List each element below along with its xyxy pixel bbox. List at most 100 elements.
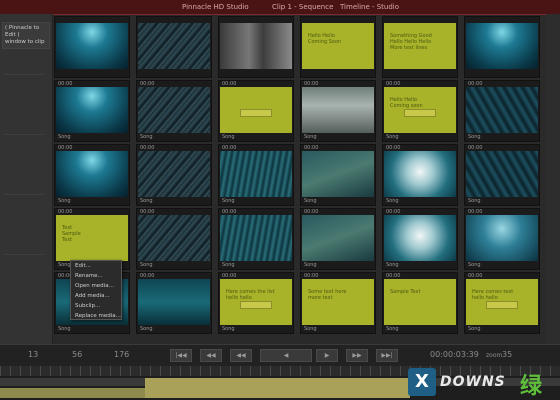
media-tile[interactable]: 00:00 Song (382, 144, 458, 206)
title-left: Pinnacle HD Studio (182, 3, 249, 11)
tile-thumbnail (220, 215, 292, 261)
tile-label: Song (386, 198, 399, 204)
media-tile[interactable]: 00:00 Hello Hello Coming soon Song (382, 80, 458, 142)
media-tile[interactable]: 00:00 Song (464, 144, 540, 206)
tile-title-bar (404, 109, 436, 117)
media-tile[interactable] (54, 16, 130, 78)
play-button[interactable]: ▶ (316, 349, 338, 362)
tile-thumbnail: Some text here more text (302, 279, 374, 325)
tile-label: Song (304, 326, 317, 332)
tile-thumbnail (302, 151, 374, 197)
tile-thumbnail (138, 151, 210, 197)
title-center: Clip 1 - Sequence (272, 3, 334, 11)
tile-label: Song (304, 134, 317, 140)
transport-bar: 13 56 176 |◀◀ ◀◀ ◀◀ ◀ ▶ ▶▶ ▶▶| 00:00:03:… (0, 344, 560, 367)
media-tile[interactable]: 00:00 Some text here more text Song (300, 272, 376, 334)
media-tile[interactable]: Hello Hello Coming Soon (300, 16, 376, 78)
media-tile[interactable]: 00:00 Here comes text hello hello Song (464, 272, 540, 334)
media-tile[interactable]: 00:00 Song (218, 208, 294, 270)
tile-title-bar (240, 301, 272, 309)
media-tile[interactable]: 00:00 Song (136, 272, 212, 334)
context-menu-item[interactable]: Replace media... (71, 311, 121, 321)
media-tile[interactable]: 00:00 Song (382, 208, 458, 270)
tile-thumbnail (384, 215, 456, 261)
media-tile[interactable]: 00:00 Song (218, 80, 294, 142)
tile-thumbnail (466, 215, 538, 261)
media-tile[interactable] (136, 16, 212, 78)
rewind-fast-button[interactable]: ◀◀ (200, 349, 222, 362)
tile-thumbnail (138, 215, 210, 261)
tile-label: Song (222, 326, 235, 332)
context-menu-item[interactable]: Subclip... (71, 301, 121, 311)
media-tile[interactable]: Something Good Hello Hello Hello More te… (382, 16, 458, 78)
tile-label: Song (58, 326, 71, 332)
forward-button[interactable]: ▶▶ (346, 349, 368, 362)
tile-text: Here comes text hello hello (472, 289, 514, 301)
media-tile[interactable]: 00:00 Song (218, 144, 294, 206)
zoom-label: zoom (486, 352, 503, 359)
tile-label: Song (468, 262, 481, 268)
tile-thumbnail: Something Good Hello Hello Hello More te… (384, 23, 456, 69)
tile-label: Song (140, 326, 153, 332)
media-tile[interactable]: 00:00 Song (464, 208, 540, 270)
sidebar-divider (4, 194, 44, 195)
media-tile[interactable]: 00:00 Song (54, 80, 130, 142)
tile-text: Text Sample Text (62, 225, 81, 243)
tile-label: Song (58, 262, 71, 268)
tile-text: Hello Hello Coming soon (390, 97, 423, 109)
watermark-word: DOWNS (440, 374, 506, 390)
timecode-display: 00:00:03:39 (430, 350, 479, 359)
tile-text: Sample Text (390, 289, 421, 295)
rewind-button[interactable]: ◀◀ (230, 349, 252, 362)
go-start-button[interactable]: |◀◀ (170, 349, 192, 362)
context-menu-item[interactable]: Rename... (71, 271, 121, 281)
tile-label: Song (140, 262, 153, 268)
timeline-clip[interactable] (145, 378, 410, 398)
context-menu-item[interactable]: Edit... (71, 261, 121, 271)
media-tile[interactable]: 00:00 Song (136, 144, 212, 206)
media-tile[interactable]: 00:00 Song (54, 144, 130, 206)
media-tile[interactable] (464, 16, 540, 78)
timeline-clip[interactable] (0, 388, 145, 398)
tile-label: Song (468, 326, 481, 332)
tile-label: Song (222, 134, 235, 140)
tile-label: Song (386, 262, 399, 268)
tile-thumbnail (302, 87, 374, 133)
timeline[interactable]: X DOWNS 绿 (0, 366, 560, 400)
title-bar: Pinnacle HD Studio Clip 1 - Sequence Tim… (0, 0, 560, 15)
tile-label: Song (386, 134, 399, 140)
tile-thumbnail (220, 23, 292, 69)
tile-thumbnail: Text Sample Text (56, 215, 128, 261)
media-tile[interactable]: 00:00 Song (300, 80, 376, 142)
step-back-button[interactable]: ◀ (260, 349, 312, 362)
media-tile[interactable]: 00:00 Here comes the list hello hello Song (218, 272, 294, 334)
media-tile[interactable]: 00:00 Song (136, 208, 212, 270)
media-tile[interactable]: 00:00 Song (136, 80, 212, 142)
tile-thumbnail (56, 87, 128, 133)
tile-thumbnail (466, 23, 538, 69)
counter-b: 56 (72, 350, 83, 359)
tile-thumbnail (220, 151, 292, 197)
tile-thumbnail: Sample Text (384, 279, 456, 325)
context-menu-item[interactable]: Open media... (71, 281, 121, 291)
zoom-value: 35 (502, 350, 513, 359)
watermark-logo: X DOWNS 绿 (408, 368, 558, 399)
go-end-button[interactable]: ▶▶| (376, 349, 398, 362)
context-menu-item[interactable]: Add media... (71, 291, 121, 301)
right-scroll-strip[interactable] (546, 14, 560, 344)
media-tile[interactable]: 00:00 Song (464, 80, 540, 142)
tile-thumbnail (138, 279, 210, 325)
tile-thumbnail: Here comes text hello hello (466, 279, 538, 325)
tile-label: Song (386, 326, 399, 332)
media-tile[interactable] (218, 16, 294, 78)
tile-text: Hello Hello Coming Soon (308, 33, 342, 45)
media-tile[interactable]: 00:00 Song (300, 144, 376, 206)
tile-thumbnail: Hello Hello Coming Soon (302, 23, 374, 69)
tile-text: Some text here more text (308, 289, 347, 301)
media-tile[interactable]: 00:00 Song (300, 208, 376, 270)
tile-text: Here comes the list hello hello (226, 289, 275, 301)
counter-a: 13 (28, 350, 39, 359)
tile-label: Song (222, 198, 235, 204)
tile-thumbnail (220, 87, 292, 133)
media-tile[interactable]: 00:00 Sample Text Song (382, 272, 458, 334)
